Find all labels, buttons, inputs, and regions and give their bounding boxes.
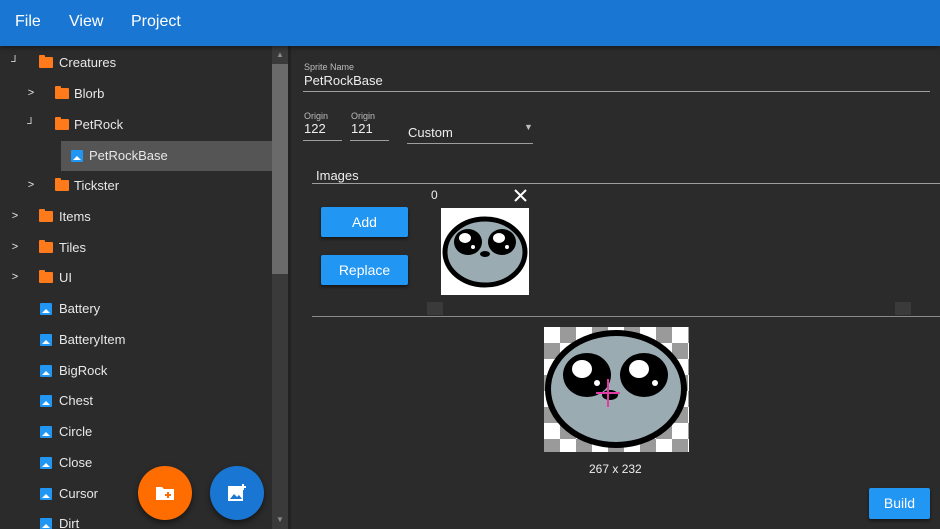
image-icon: [40, 488, 52, 500]
sprite-name-label: Sprite Name: [304, 62, 355, 72]
expand-icon[interactable]: >: [25, 87, 37, 99]
tree-item-tiles[interactable]: > Tiles: [0, 233, 272, 263]
tree-item-label: Dirt: [59, 516, 80, 529]
collapse-icon[interactable]: ┘: [9, 56, 21, 68]
origin-mode-underline: [407, 143, 533, 144]
image-thumbnail[interactable]: [441, 208, 529, 295]
folder-icon: [39, 270, 53, 283]
expand-icon[interactable]: >: [9, 241, 21, 253]
menu-project[interactable]: Project: [131, 13, 181, 31]
scroll-up-icon[interactable]: ▲: [274, 49, 286, 61]
image-icon: [40, 518, 52, 529]
sprite-preview-canvas[interactable]: [544, 327, 689, 452]
image-icon: [40, 426, 52, 438]
folder-icon: [39, 209, 53, 222]
image-icon: [40, 395, 52, 407]
tree-item-label: Tickster: [74, 178, 120, 193]
tree-item-circle[interactable]: Circle: [0, 417, 272, 447]
preview-size-label: 267 x 232: [589, 462, 642, 476]
tree-scrollbar[interactable]: ▲ ▼: [272, 46, 288, 529]
image-icon: [40, 457, 52, 469]
tree-item-label: Items: [59, 209, 91, 224]
tree-item-label: BatteryItem: [59, 332, 126, 347]
images-section-title: Images: [316, 168, 359, 183]
tree-item-label: UI: [59, 270, 72, 285]
folder-icon: [55, 86, 69, 99]
origin-mode-select[interactable]: Custom: [408, 125, 453, 140]
tree-item-label: Cursor: [59, 486, 99, 501]
menu-bar: File View Project: [0, 0, 940, 46]
sprite-name-input[interactable]: PetRockBase: [304, 73, 383, 88]
menu-view[interactable]: View: [69, 13, 103, 31]
add-image-icon: [228, 484, 246, 501]
origin-x-label: Origin: [304, 111, 329, 121]
build-button[interactable]: Build: [869, 488, 930, 519]
new-sprite-button[interactable]: [210, 466, 264, 520]
dropdown-arrow-icon[interactable]: ▼: [524, 122, 533, 132]
tree-item-chest[interactable]: Chest: [0, 386, 272, 416]
sprite-name-underline: [303, 91, 930, 92]
tree-item-label: PetRock: [74, 117, 124, 132]
origin-y-input[interactable]: 121: [351, 121, 373, 136]
tree-item-label: Battery: [59, 301, 101, 316]
collapse-icon[interactable]: ┘: [25, 118, 37, 130]
tree-item-ui[interactable]: > UI: [0, 263, 272, 293]
new-folder-icon: [156, 487, 174, 500]
new-folder-button[interactable]: [138, 466, 192, 520]
origin-x-input[interactable]: 122: [304, 121, 326, 136]
tree-item-label: BigRock: [59, 363, 108, 378]
expand-icon[interactable]: >: [25, 179, 37, 191]
tree-item-label: PetRockBase: [89, 148, 168, 163]
tree-item-creatures[interactable]: ┘ Creatures: [0, 48, 272, 78]
thumb-strip-divider: [312, 316, 940, 317]
tree-item-label: Tiles: [59, 240, 86, 255]
tree-item-bigrock[interactable]: BigRock: [0, 356, 272, 386]
pet-rock-preview-image: [545, 330, 687, 448]
origin-y-underline: [350, 140, 389, 141]
panel-divider[interactable]: [288, 46, 291, 529]
image-icon: [40, 303, 52, 315]
expand-icon[interactable]: >: [9, 271, 21, 283]
image-icon: [71, 150, 83, 162]
tree-item-items[interactable]: > Items: [0, 202, 272, 232]
tree-item-tickster[interactable]: > Tickster: [0, 171, 272, 201]
tree-item-label: Close: [59, 455, 93, 470]
pet-rock-thumbnail-image: [442, 216, 528, 288]
tree-item-batteryitem[interactable]: BatteryItem: [0, 325, 272, 355]
images-section-divider: [312, 183, 940, 184]
image-icon: [40, 334, 52, 346]
tree-item-label: Circle: [59, 424, 93, 439]
folder-icon: [55, 117, 69, 130]
folder-icon: [55, 178, 69, 191]
tree-item-battery[interactable]: Battery: [0, 294, 272, 324]
replace-image-button[interactable]: Replace: [321, 255, 408, 285]
thumb-scroll-right[interactable]: [895, 302, 911, 315]
thumb-scroll-left[interactable]: [427, 302, 443, 315]
tree-item-petrockbase[interactable]: PetRockBase: [61, 141, 272, 171]
origin-y-label: Origin: [351, 111, 376, 121]
origin-x-underline: [303, 140, 342, 141]
scrollbar-thumb[interactable]: [272, 64, 288, 274]
tree-item-petrock[interactable]: ┘ PetRock: [0, 110, 272, 140]
folder-icon: [39, 55, 53, 68]
add-image-button[interactable]: Add: [321, 207, 408, 237]
tree-item-label: Chest: [59, 393, 93, 408]
menu-file[interactable]: File: [15, 13, 41, 31]
expand-icon[interactable]: >: [9, 210, 21, 222]
folder-icon: [39, 240, 53, 253]
tree-item-label: Creatures: [59, 55, 117, 70]
tree-item-label: Blorb: [74, 86, 105, 101]
tree-item-blorb[interactable]: > Blorb: [0, 79, 272, 109]
scroll-down-icon[interactable]: ▼: [274, 514, 286, 526]
close-icon[interactable]: [513, 188, 528, 203]
asset-tree: ┘ Creatures > Blorb ┘ PetRock PetRockBas…: [0, 46, 272, 529]
image-index-label: 0: [431, 188, 438, 202]
image-icon: [40, 365, 52, 377]
